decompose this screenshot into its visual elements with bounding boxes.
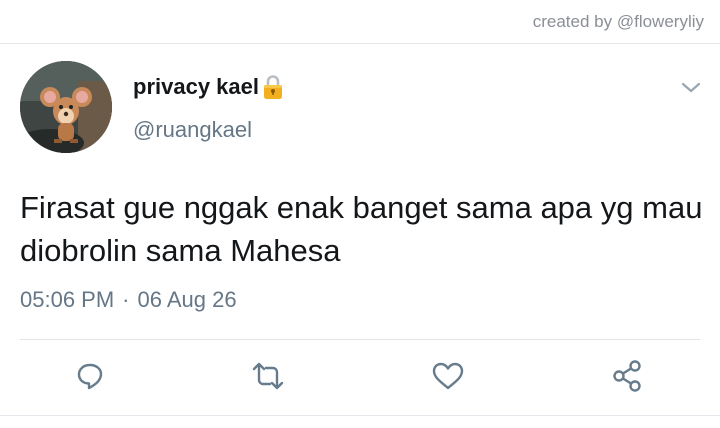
- lock-icon: [262, 74, 284, 100]
- tweet-text: Firasat gue nggak enak banget sama apa y…: [20, 190, 703, 268]
- share-icon: [613, 360, 641, 392]
- divider: [0, 43, 720, 44]
- credit-text: created by @floweryliy: [532, 12, 704, 31]
- reply-button[interactable]: [72, 358, 108, 394]
- retweet-icon: [252, 362, 284, 390]
- action-bar: [0, 358, 720, 398]
- avatar[interactable]: [20, 61, 112, 153]
- author-handle[interactable]: @ruangkael: [133, 117, 252, 143]
- like-button[interactable]: [430, 358, 466, 394]
- avatar-image: [20, 61, 112, 153]
- tweet-time[interactable]: 05:06 PM: [20, 287, 114, 312]
- share-button[interactable]: [610, 358, 646, 394]
- chevron-down-icon[interactable]: [680, 80, 702, 96]
- tweet-date[interactable]: 06 Aug 26: [138, 287, 237, 312]
- display-name[interactable]: privacy kael: [133, 74, 259, 100]
- reply-icon: [77, 363, 103, 390]
- divider: [20, 339, 700, 340]
- retweet-button[interactable]: [250, 358, 286, 394]
- meta-separator: ·: [122, 287, 130, 312]
- author-name-row: privacy kael: [133, 74, 284, 100]
- heart-icon: [432, 362, 464, 390]
- tweet-meta: 05:06 PM · 06 Aug 26: [20, 287, 237, 313]
- divider: [0, 415, 720, 416]
